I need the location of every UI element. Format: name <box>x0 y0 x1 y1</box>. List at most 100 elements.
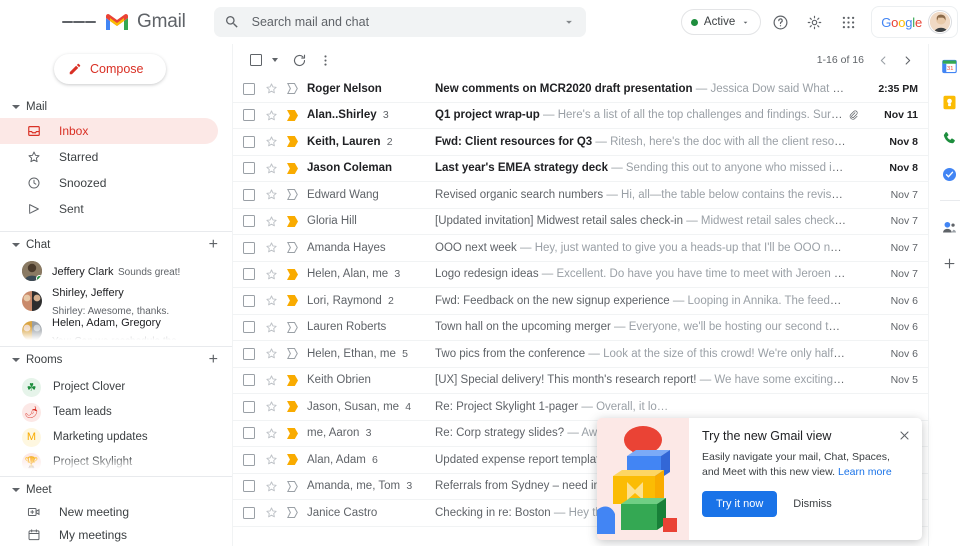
list-item[interactable]: Jeffery Clark Sounds great! <box>0 256 232 286</box>
add-apps-icon[interactable] <box>940 253 960 273</box>
star-icon[interactable] <box>265 215 278 228</box>
table-row[interactable]: Helen, Alan, me 3 Logo redesign ideas — E… <box>233 261 928 288</box>
star-icon[interactable] <box>265 321 278 334</box>
important-marker-icon[interactable] <box>287 215 298 228</box>
row-checkbox[interactable] <box>243 135 255 148</box>
gmail-logo-brand[interactable]: Gmail <box>104 11 186 33</box>
row-checkbox[interactable] <box>243 109 255 122</box>
star-icon[interactable] <box>265 268 278 281</box>
important-marker-icon[interactable] <box>287 188 298 201</box>
mail-section-header[interactable]: Mail <box>0 96 232 118</box>
important-marker-icon[interactable] <box>287 427 298 440</box>
sidebar-item-my-meetings[interactable]: My meetings <box>0 523 218 546</box>
row-checkbox[interactable] <box>243 347 255 360</box>
important-marker-icon[interactable] <box>287 268 298 281</box>
important-marker-icon[interactable] <box>287 400 298 413</box>
row-checkbox[interactable] <box>243 453 255 466</box>
search-bar[interactable] <box>213 7 586 37</box>
table-row[interactable]: Jason, Susan, me 4 Re: Project Skylight 1… <box>233 394 928 421</box>
important-marker-icon[interactable] <box>287 480 298 493</box>
plus-icon[interactable]: + <box>209 351 218 368</box>
row-checkbox[interactable] <box>243 188 255 201</box>
table-row[interactable]: Alan..Shirley 3 Q1 project wrap-up — Here… <box>233 102 928 129</box>
apps-grid-icon[interactable] <box>833 7 863 37</box>
avatar[interactable] <box>929 11 951 33</box>
star-icon[interactable] <box>265 109 278 122</box>
important-marker-icon[interactable] <box>287 109 298 122</box>
row-checkbox[interactable] <box>243 374 255 387</box>
list-item[interactable]: ☘ Project Clover <box>0 375 232 400</box>
star-icon[interactable] <box>265 82 278 95</box>
important-marker-icon[interactable] <box>287 294 298 307</box>
row-checkbox[interactable] <box>243 162 255 175</box>
star-icon[interactable] <box>265 506 278 519</box>
learn-more-link[interactable]: Learn more <box>838 466 892 478</box>
row-checkbox[interactable] <box>243 427 255 440</box>
important-marker-icon[interactable] <box>287 347 298 360</box>
row-checkbox[interactable] <box>243 480 255 493</box>
chat-section-header[interactable]: Chat + <box>0 234 232 256</box>
star-icon[interactable] <box>265 374 278 387</box>
next-page-button[interactable] <box>896 49 918 71</box>
star-icon[interactable] <box>265 480 278 493</box>
sidebar-item-sent[interactable]: Sent <box>0 196 218 222</box>
star-icon[interactable] <box>265 347 278 360</box>
star-icon[interactable] <box>265 135 278 148</box>
gear-icon[interactable] <box>799 7 829 37</box>
close-icon[interactable] <box>896 427 912 443</box>
row-checkbox[interactable] <box>243 321 255 334</box>
sidebar-item-snoozed[interactable]: Snoozed <box>0 170 218 196</box>
important-marker-icon[interactable] <box>287 162 298 175</box>
sidebar-item-drafts[interactable]: Drafts <box>0 222 218 226</box>
row-checkbox[interactable] <box>243 506 255 519</box>
sidebar-item-new-meeting[interactable]: New meeting <box>0 500 218 523</box>
important-marker-icon[interactable] <box>287 241 298 254</box>
table-row[interactable]: Roger Nelson New comments on MCR2020 draf… <box>233 76 928 103</box>
try-it-now-button[interactable]: Try it now <box>702 491 778 518</box>
voice-icon[interactable] <box>940 128 960 148</box>
plus-icon[interactable]: + <box>209 237 218 253</box>
dismiss-button[interactable]: Dismiss <box>783 491 842 517</box>
important-marker-icon[interactable] <box>287 82 298 95</box>
calendar-icon[interactable]: 31 <box>940 56 960 76</box>
table-row[interactable]: Lauren Roberts Town hall on the upcoming … <box>233 314 928 341</box>
list-item[interactable]: 🏆 Project Skylight <box>0 450 232 470</box>
row-checkbox[interactable] <box>243 82 255 95</box>
list-item[interactable]: Shirley, Jeffery Shirley: Awesome, thank… <box>0 286 232 317</box>
rooms-section-header[interactable]: Rooms + <box>0 349 232 371</box>
important-marker-icon[interactable] <box>287 321 298 334</box>
select-all-checkbox[interactable] <box>243 47 269 73</box>
contacts-icon[interactable] <box>940 217 960 237</box>
important-marker-icon[interactable] <box>287 506 298 519</box>
prev-page-button[interactable] <box>872 49 894 71</box>
account-chip[interactable]: Google <box>871 6 958 38</box>
list-item[interactable]: Helen, Adam, Gregory You: Can we resched… <box>0 316 232 341</box>
star-icon[interactable] <box>265 400 278 413</box>
table-row[interactable]: Amanda Hayes OOO next week — Hey, just wa… <box>233 235 928 262</box>
row-checkbox[interactable] <box>243 215 255 228</box>
row-checkbox[interactable] <box>243 268 255 281</box>
table-row[interactable]: Keith, Lauren 2 Fwd: Client resources for… <box>233 129 928 156</box>
refresh-button[interactable] <box>286 47 312 73</box>
search-input[interactable] <box>251 15 562 29</box>
table-row[interactable]: Lori, Raymond 2 Fwd: Feedback on the new … <box>233 288 928 315</box>
table-row[interactable]: Edward Wang Revised organic search number… <box>233 182 928 209</box>
tasks-icon[interactable] <box>940 164 960 184</box>
row-checkbox[interactable] <box>243 294 255 307</box>
star-icon[interactable] <box>265 294 278 307</box>
list-item[interactable]: 🌶 Team leads <box>0 400 232 425</box>
status-chip[interactable]: Active <box>680 9 762 35</box>
star-icon[interactable] <box>265 453 278 466</box>
important-marker-icon[interactable] <box>287 135 298 148</box>
star-icon[interactable] <box>265 427 278 440</box>
important-marker-icon[interactable] <box>287 374 298 387</box>
chevron-down-icon[interactable] <box>562 15 576 29</box>
row-checkbox[interactable] <box>243 241 255 254</box>
chevron-down-icon[interactable] <box>741 18 750 27</box>
sidebar-item-starred[interactable]: Starred <box>0 144 218 170</box>
help-icon[interactable] <box>765 7 795 37</box>
star-icon[interactable] <box>265 162 278 175</box>
table-row[interactable]: Helen, Ethan, me 5 Two pics from the conf… <box>233 341 928 368</box>
table-row[interactable]: Keith Obrien [UX] Special delivery! This … <box>233 367 928 394</box>
chevron-down-icon[interactable] <box>272 58 278 62</box>
